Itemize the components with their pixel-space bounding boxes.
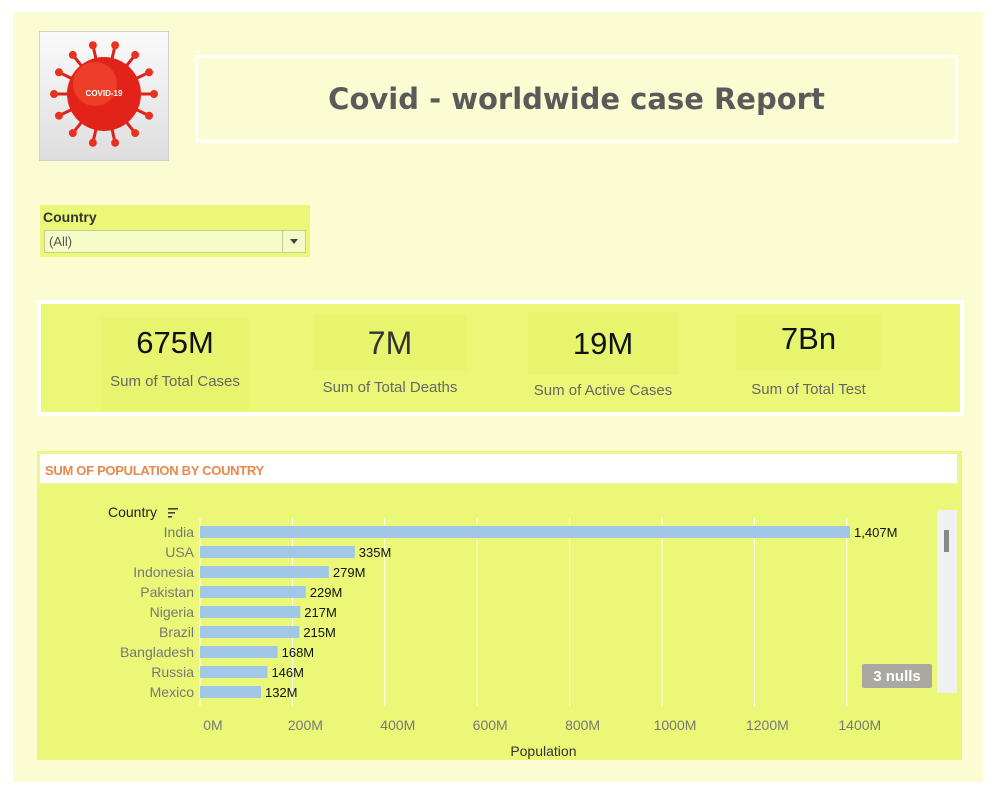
title-box: Covid - worldwide case Report	[195, 55, 958, 143]
bar	[200, 646, 278, 658]
data-label: 279M	[333, 565, 366, 580]
kpi-value: 7Bn	[780, 321, 837, 356]
data-label: 229M	[310, 585, 343, 600]
category-label: Russia	[151, 664, 194, 680]
category-label: Nigeria	[150, 604, 195, 620]
x-axis-title: Population	[510, 743, 576, 759]
chevron-down-icon	[290, 239, 298, 244]
data-label: 1,407M	[854, 525, 897, 540]
data-label: 146M	[271, 665, 304, 680]
kpi-value: 7M	[367, 325, 413, 361]
page-title: Covid - worldwide case Report	[328, 82, 825, 116]
kpi-label: Sum of Total Cases	[110, 373, 240, 390]
kpi-panel: 675M Sum of Total Cases 7M Sum of Total …	[37, 300, 964, 416]
x-tick-label: 1000M	[654, 717, 697, 733]
bar	[200, 606, 301, 618]
category-label: India	[164, 524, 195, 540]
filter-selected-value: (All)	[49, 234, 73, 249]
x-tick-label: 800M	[565, 717, 600, 733]
bar	[200, 626, 300, 638]
filter-label: Country	[43, 209, 97, 225]
kpi-total-deaths: 7M Sum of Total Deaths	[313, 315, 467, 396]
population-bar-chart: 0M 200M 400M 600M 800M 1000M 1200M 1400M Country…	[108, 504, 940, 759]
logo-text: COVID-19	[86, 89, 123, 98]
kpi-active-cases: 19M Sum of Active Cases	[528, 312, 678, 399]
logo: COVID-19	[39, 31, 169, 161]
category-label: Pakistan	[140, 584, 194, 600]
kpi-label: Sum of Active Cases	[533, 382, 673, 399]
x-tick-label: 400M	[380, 717, 415, 733]
category-label: Brazil	[159, 624, 194, 640]
data-label: 132M	[265, 685, 298, 700]
y-axis-title: Country	[108, 504, 157, 520]
data-label: 335M	[359, 545, 392, 560]
chart-scrollbar[interactable]	[937, 510, 957, 693]
country-select[interactable]: (All)	[44, 230, 306, 253]
x-tick-label: 1200M	[746, 717, 789, 733]
sort-icon	[168, 512, 175, 514]
data-label: 217M	[304, 605, 337, 620]
population-chart-panel: SUM OF POPULATION BY COUNTRY 0M 200M 400M 6…	[37, 451, 962, 760]
x-tick-label: 1400M	[838, 717, 881, 733]
category-label: Bangladesh	[120, 644, 194, 660]
sort-icon	[168, 508, 178, 510]
covid-virus-icon: COVID-19	[50, 41, 158, 147]
nulls-indicator[interactable]: 3 nulls	[862, 664, 932, 688]
category-label: USA	[165, 544, 194, 560]
dashboard: COVID-19 Covid - worldwide case Report C…	[13, 12, 983, 782]
bar	[200, 586, 306, 598]
x-tick-label: 200M	[288, 717, 323, 733]
kpi-total-cases: 675M Sum of Total Cases	[101, 317, 249, 410]
country-filter: Country (All)	[40, 205, 310, 257]
data-label: 215M	[303, 625, 336, 640]
bar	[200, 526, 851, 538]
category-label: Mexico	[150, 684, 195, 700]
kpi-label: Sum of Total Deaths	[322, 379, 458, 396]
data-label: 168M	[282, 645, 315, 660]
scroll-thumb[interactable]	[944, 530, 949, 552]
category-label: Indonesia	[133, 564, 194, 580]
x-tick-label: 600M	[473, 717, 508, 733]
bar	[200, 566, 329, 578]
kpi-total-test: 7Bn Sum of Total Test	[736, 315, 881, 398]
bar	[200, 666, 268, 678]
kpi-value: 19M	[572, 326, 634, 361]
kpi-label: Sum of Total Test	[751, 381, 866, 398]
bar	[200, 546, 355, 558]
bar	[200, 686, 261, 698]
sort-icon	[168, 516, 172, 518]
kpi-value: 675M	[136, 325, 214, 360]
dropdown-button[interactable]	[282, 231, 305, 252]
x-tick-label: 0M	[203, 717, 222, 733]
